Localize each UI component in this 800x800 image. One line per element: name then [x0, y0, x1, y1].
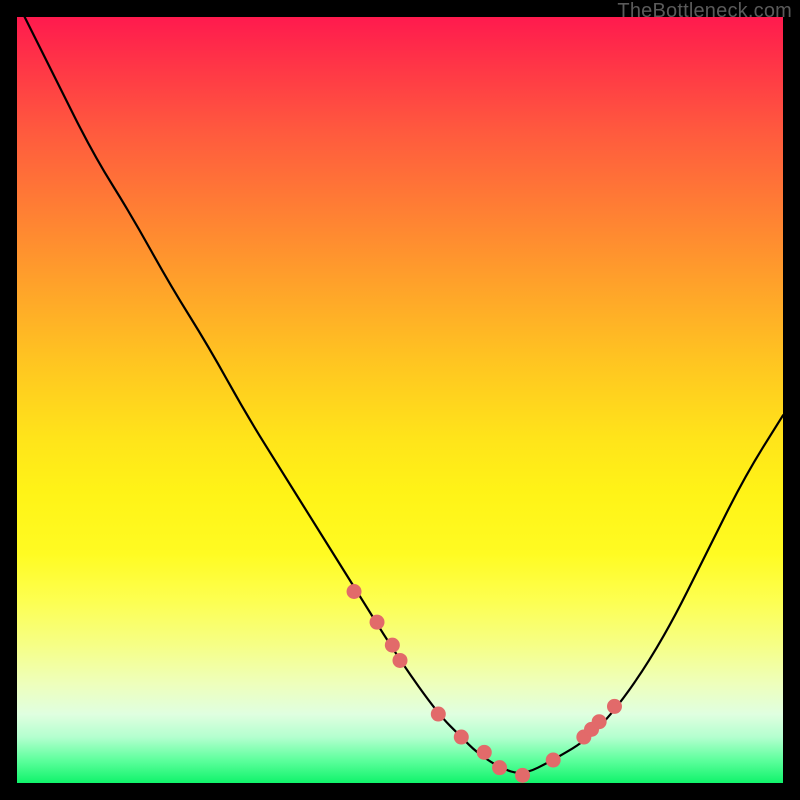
curve-marker: [370, 615, 385, 630]
curve-marker: [607, 699, 622, 714]
curve-marker: [477, 745, 492, 760]
curve-marker: [431, 707, 446, 722]
curve-marker: [546, 753, 561, 768]
plot-area: [17, 17, 783, 783]
curve-marker: [515, 768, 530, 783]
curve-marker: [385, 638, 400, 653]
curve-markers: [347, 584, 622, 783]
curve-marker: [454, 730, 469, 745]
curve-marker: [492, 760, 507, 775]
curve-marker: [592, 714, 607, 729]
curve-marker: [347, 584, 362, 599]
chart-frame: TheBottleneck.com: [0, 0, 800, 800]
bottleneck-curve-svg: [17, 17, 783, 783]
watermark-text: TheBottleneck.com: [617, 0, 792, 23]
curve-marker: [393, 653, 408, 668]
